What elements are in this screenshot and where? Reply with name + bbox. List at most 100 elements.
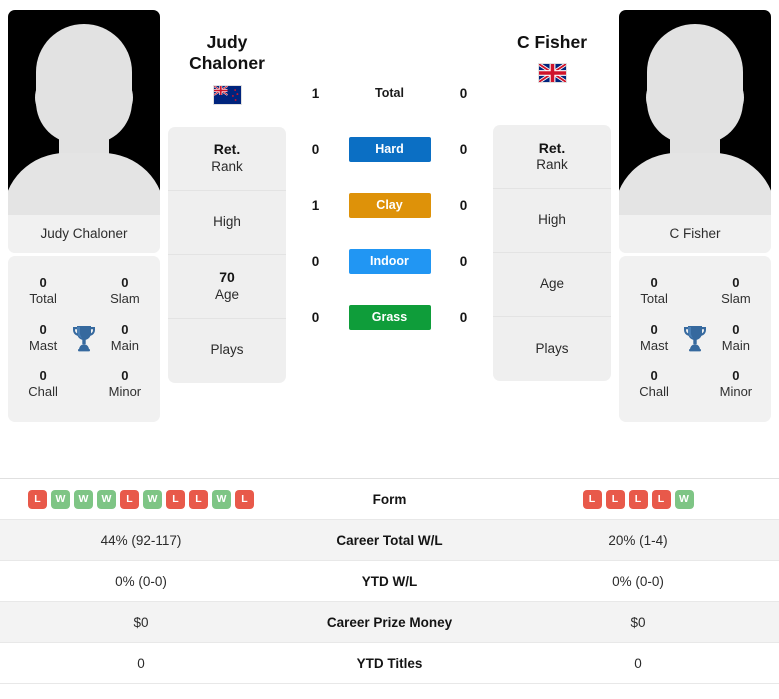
right-player-name-line1: C Fisher	[516, 32, 588, 52]
stat-row-career-total-wl: 44% (92-117) Career Total W/L 20% (1-4)	[0, 520, 779, 561]
honour-label: Total	[29, 291, 57, 307]
left-form-badges: LWWWLWLLWL	[28, 489, 254, 509]
career-stats-table: LWWWLWLLWL Form LLLLW 44% (92-117) Caree…	[0, 478, 779, 684]
rank-row-age: Age	[493, 253, 611, 318]
surface-label-wrap: Grass	[339, 304, 441, 330]
right-player-photo-card[interactable]: C Fisher	[619, 10, 771, 253]
honour-cell-minor: 0 Minor	[713, 368, 759, 401]
honour-value: 0	[650, 321, 658, 337]
surface-row-hard: 0 Hard 0	[286, 121, 493, 177]
rank-row-rank: Ret. Rank	[168, 127, 286, 191]
stat-right-value: 0	[634, 655, 642, 671]
honour-cell-main: 0 Main	[102, 322, 148, 355]
honour-value: 0	[732, 368, 740, 383]
form-badge-4[interactable]: L	[120, 489, 139, 509]
rank-value: Ret.	[538, 139, 566, 156]
form-badge-8[interactable]: W	[212, 489, 231, 509]
stat-row-form: LWWWLWLLWL Form LLLLW	[0, 479, 779, 520]
left-player-photo-card[interactable]: Judy Chaloner	[8, 10, 160, 253]
stat-label-career-total-wl: Career Total W/L	[336, 532, 443, 548]
right-player-honours-card: 0 Total 0 Slam 0 Mast 0 Main 0 Chall 0 M…	[619, 256, 771, 422]
right-player-flag-wrap	[493, 63, 611, 84]
player-comparison-panel: Judy Chaloner 0 Total 0 Slam 0 Mast 0 Ma…	[0, 0, 779, 478]
left-player-name-line1: Judy	[206, 32, 248, 52]
trophy-icon	[677, 324, 713, 352]
avatar-body-shape	[619, 153, 771, 215]
honour-value: 0	[650, 368, 658, 383]
surface-chip-indoor[interactable]: Indoor	[348, 248, 431, 274]
honour-value: 0	[39, 321, 47, 337]
honour-label: Slam	[110, 291, 140, 307]
form-badge-5[interactable]: W	[143, 489, 162, 509]
rank-label: Age	[214, 286, 240, 302]
stat-right-value: $0	[630, 614, 646, 630]
form-badge-4[interactable]: W	[674, 489, 694, 509]
left-player-rank-card: Ret. Rank High 70 Age Plays	[168, 126, 286, 383]
rank-label: Plays	[535, 340, 569, 356]
honours-row: 0 Mast 0 Main	[625, 315, 765, 362]
form-badge-3[interactable]: W	[97, 489, 116, 509]
rank-label: Rank	[536, 157, 568, 173]
avatar-ear-right-shape	[727, 82, 744, 113]
honour-cell-chall: 0 Chall	[20, 368, 66, 401]
honours-row: 0 Chall 0 Minor	[14, 361, 154, 408]
avatar-ear-left-shape	[646, 82, 663, 113]
honour-cell-minor: 0 Minor	[102, 368, 148, 401]
right-player-column: C Fisher 0 Total 0 Slam 0 Mast 0 Main 0 …	[611, 10, 779, 422]
rank-row-plays: Plays	[493, 317, 611, 381]
surface-row-grass: 0 Grass 0	[286, 289, 493, 345]
honour-cell-main: 0 Main	[713, 322, 759, 355]
form-badge-0[interactable]: L	[582, 489, 602, 509]
form-badge-0[interactable]: L	[28, 489, 47, 509]
stat-left-value: $0	[133, 614, 149, 630]
form-badge-7[interactable]: L	[189, 489, 208, 509]
rank-value: 70	[219, 269, 235, 285]
right-player-name: C Fisher	[493, 32, 611, 53]
stat-row-ytd-wl: 0% (0-0) YTD W/L 0% (0-0)	[0, 561, 779, 602]
form-badge-2[interactable]: L	[628, 489, 648, 509]
stat-left-value: 44% (92-117)	[100, 532, 182, 548]
honour-value: 0	[121, 368, 129, 383]
honour-label: Slam	[721, 291, 751, 307]
surface-left-score: 1	[311, 197, 320, 213]
surface-right-score: 0	[459, 309, 468, 325]
surface-right-score: 0	[459, 85, 468, 101]
avatar-ear-left-shape	[35, 82, 52, 113]
surface-row-total: 1 Total 0	[286, 65, 493, 121]
right-player-info-column: C Fisher Ret. Rank High Age Plays	[493, 10, 611, 382]
form-badge-6[interactable]: L	[166, 489, 185, 509]
honour-label: Main	[721, 337, 750, 353]
honours-row: 0 Total 0 Slam	[625, 268, 765, 315]
surface-chip-hard[interactable]: Hard	[348, 136, 431, 162]
honour-value: 0	[732, 321, 740, 337]
form-badge-2[interactable]: W	[74, 489, 93, 509]
surface-row-indoor: 0 Indoor 0	[286, 233, 493, 289]
honour-cell-total: 0 Total	[631, 275, 677, 308]
surface-chip-clay[interactable]: Clay	[348, 192, 431, 218]
honour-value: 0	[121, 321, 129, 337]
honour-label: Minor	[108, 384, 142, 400]
surface-label: Total	[375, 86, 404, 100]
honour-cell-total: 0 Total	[20, 275, 66, 308]
form-badge-9[interactable]: L	[235, 489, 254, 509]
honour-value: 0	[39, 275, 47, 290]
honours-row: 0 Mast 0 Main	[14, 315, 154, 362]
stat-right-value: 0% (0-0)	[612, 573, 664, 589]
form-badge-3[interactable]: L	[651, 489, 671, 509]
surface-chip-grass[interactable]: Grass	[348, 304, 431, 330]
surface-right-score: 0	[459, 253, 468, 269]
right-form-badges: LLLLW	[582, 489, 694, 509]
rank-label: Age	[539, 276, 565, 292]
form-badge-1[interactable]: W	[51, 489, 70, 509]
stat-row-career-prize-money: $0 Career Prize Money $0	[0, 602, 779, 643]
stat-left-form: LWWWLWLLWL	[0, 489, 282, 509]
trophy-icon	[66, 324, 102, 352]
form-badge-1[interactable]: L	[605, 489, 625, 509]
left-player-info-column: Judy Chaloner Ret. Rank High 70 Age Play…	[168, 10, 286, 383]
left-player-name: Judy Chaloner	[168, 32, 286, 75]
honour-cell-mast: 0 Mast	[631, 322, 677, 355]
honour-label: Minor	[719, 384, 753, 400]
rank-label: Plays	[210, 342, 244, 358]
honour-cell-slam: 0 Slam	[713, 275, 759, 308]
left-player-name-line2: Chaloner	[189, 53, 265, 74]
